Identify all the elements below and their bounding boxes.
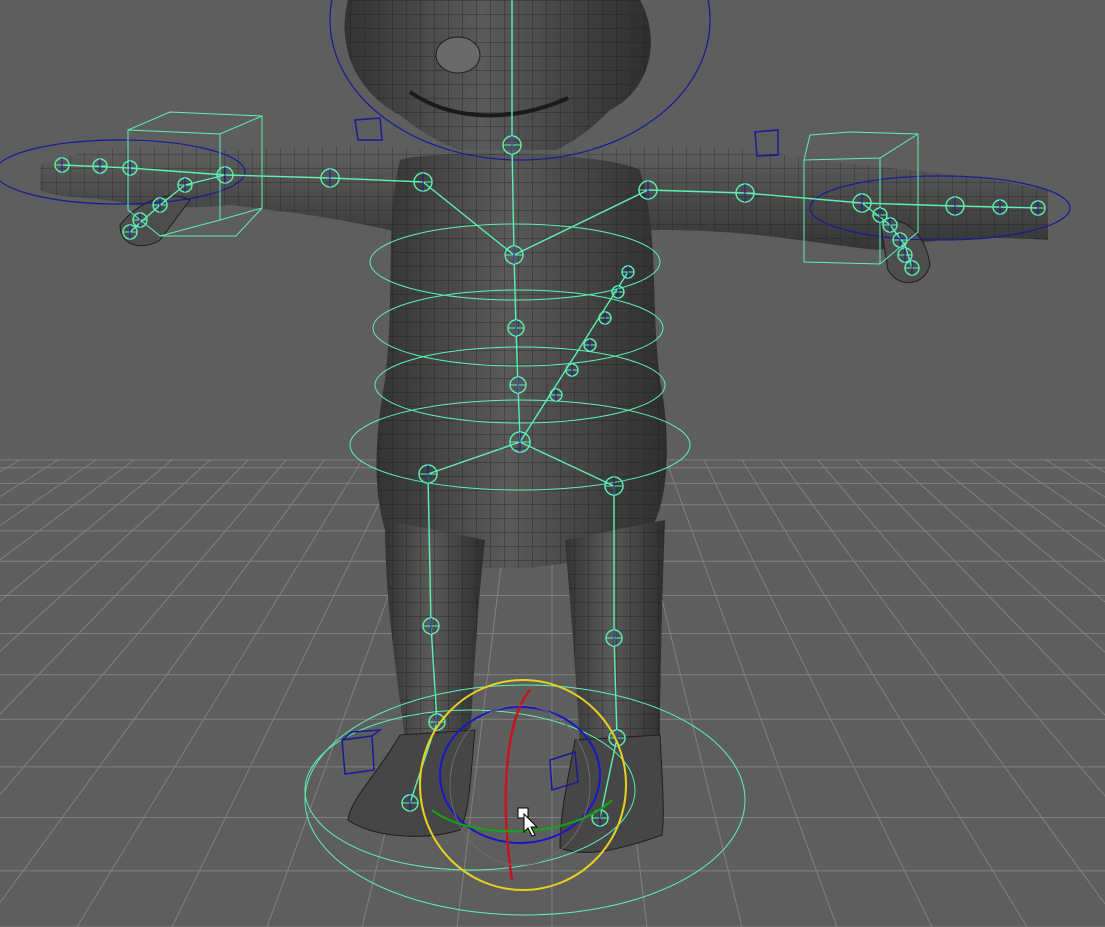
maya-perspective-viewport[interactable] [0, 0, 1105, 927]
left-shoulder-locator [354, 117, 383, 141]
left-foot [347, 729, 476, 837]
rotate-x-ring [504, 689, 531, 881]
character-mesh[interactable] [40, 0, 1048, 853]
character-nose [435, 36, 481, 74]
